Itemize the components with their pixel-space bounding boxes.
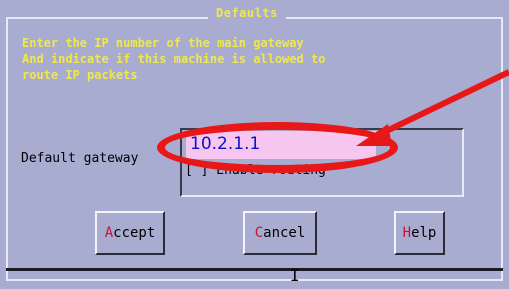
accept-button[interactable]: Accept <box>95 211 165 255</box>
defaults-dialog: Defaults Enter the IP number of the main… <box>0 0 509 289</box>
help-label: elp <box>411 225 437 241</box>
help-hotkey: H <box>402 225 412 241</box>
accept-hotkey: A <box>104 225 114 241</box>
cancel-label: ancel <box>263 225 306 241</box>
accept-label: ccept <box>113 225 156 241</box>
cancel-button[interactable]: Cancel <box>243 211 317 255</box>
text-cursor-icon: I <box>290 266 300 285</box>
help-button[interactable]: Help <box>394 211 445 255</box>
cancel-hotkey: C <box>254 225 264 241</box>
bottom-divider <box>6 268 503 271</box>
